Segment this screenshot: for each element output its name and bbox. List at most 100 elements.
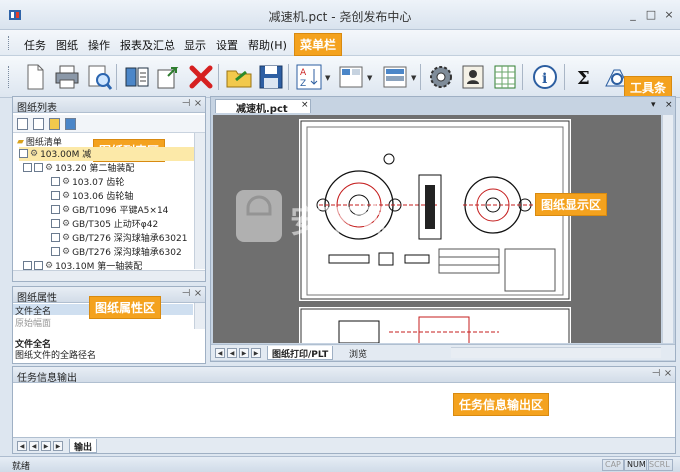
title-bar: 减速机.pct - 尧创发布中心 _ □ × (0, 0, 680, 30)
drawing-props-vscrollbar[interactable] (194, 303, 205, 329)
window-title: 减速机.pct - 尧创发布中心 (268, 10, 412, 24)
toolbar-separator (522, 64, 523, 90)
svg-text:Z: Z (300, 79, 306, 89)
checkbox[interactable] (51, 205, 60, 214)
output-header: 任务信息输出 ⊣ × (13, 367, 675, 384)
checkbox[interactable] (19, 149, 28, 158)
sort-dropdown-icon[interactable]: ▼ (325, 74, 330, 82)
close-icon[interactable]: × (663, 368, 673, 379)
tab-close-icon[interactable]: × (301, 100, 309, 110)
toolbar: AZ ▼ ▼ ▼ i Σ 工具条 (0, 56, 680, 99)
save-icon[interactable] (256, 62, 286, 92)
checkbox[interactable] (34, 163, 43, 172)
drawing-props-panel: 图纸属性 ⊣ × 文件全名 原始幅面 文件全名 图纸文件的全路径名 图纸属性区 (12, 286, 206, 364)
user-card-icon[interactable] (458, 62, 488, 92)
svg-text:Σ: Σ (577, 68, 590, 89)
checkbox[interactable] (51, 247, 60, 256)
toolbar-separator (420, 64, 421, 90)
checkbox[interactable] (51, 191, 60, 200)
toolbar-grip[interactable] (8, 66, 11, 88)
drawing-list-vscrollbar[interactable] (194, 133, 205, 269)
doc-close-icon[interactable]: × (665, 100, 673, 110)
menu-reports[interactable]: 报表及汇总 (120, 37, 175, 53)
first-page-icon[interactable]: ◀ (17, 441, 27, 451)
tree-item[interactable]: ⚙ 103.20 第二轴装配 (23, 161, 203, 175)
prev-page-icon[interactable]: ◀ (29, 441, 39, 451)
layout-columns-dropdown-icon[interactable]: ▼ (367, 74, 372, 82)
pin-icon[interactable]: ⊣ (181, 288, 191, 299)
info-icon[interactable]: i (530, 62, 560, 92)
menu-drawing[interactable]: 图纸 (56, 37, 78, 53)
open-list-icon[interactable] (122, 62, 152, 92)
settings-gear-icon[interactable] (426, 62, 456, 92)
expander-icon[interactable] (23, 261, 32, 270)
document-hscrollbar[interactable] (451, 347, 661, 358)
drawing-props-callout: 图纸属性区 (89, 296, 162, 319)
watermark-sub: anxz.com (324, 244, 377, 257)
close-icon[interactable]: × (193, 288, 203, 299)
layout-columns-icon[interactable] (336, 62, 366, 92)
delete-icon[interactable] (186, 62, 216, 92)
layout-rows-icon[interactable] (380, 62, 410, 92)
next-page-icon[interactable]: ▶ (41, 441, 51, 451)
menu-settings[interactable]: 设置 (216, 37, 238, 53)
new-file-icon[interactable] (17, 118, 28, 130)
document-vscrollbar[interactable] (662, 115, 673, 343)
tab-menu-icon[interactable]: ▾ (651, 100, 656, 110)
drawing-list-panel: 图纸列表 ⊣ × ▰图纸清单 图纸列表区 ⚙103.00M 减 ⚙103.20 … (12, 96, 206, 282)
export-icon[interactable] (154, 62, 184, 92)
drawing-list-title: 图纸列表 (17, 103, 57, 114)
print-icon[interactable] (52, 62, 82, 92)
checkbox[interactable] (51, 177, 60, 186)
sum-icon[interactable]: Σ (570, 62, 600, 92)
spreadsheet-icon[interactable] (490, 62, 520, 92)
watermark-text: 安下载 (290, 202, 387, 240)
menu-operation[interactable]: 操作 (88, 37, 110, 53)
tree-item[interactable]: ⚙ 103.00M 减 (19, 147, 199, 161)
highlight-icon[interactable] (49, 118, 60, 130)
toolbar-separator (218, 64, 219, 90)
svg-text:A: A (300, 68, 307, 78)
menu-display[interactable]: 显示 (184, 37, 206, 53)
expander-icon[interactable] (23, 163, 32, 172)
menu-help[interactable]: 帮助(H) (248, 37, 287, 53)
menu-task[interactable]: 任务 (24, 37, 46, 53)
first-page-icon[interactable]: ◀ (215, 348, 225, 358)
checkbox[interactable] (51, 233, 60, 242)
gear-icon: ⚙ (62, 218, 71, 229)
close-icon[interactable]: × (193, 98, 203, 109)
drawing-props-title: 图纸属性 (17, 293, 57, 304)
output-title: 任务信息输出 (17, 373, 77, 384)
checkbox[interactable] (34, 261, 43, 270)
prev-page-icon[interactable]: ◀ (227, 348, 237, 358)
open-folder-icon[interactable] (224, 62, 254, 92)
last-page-icon[interactable]: ▶ (53, 441, 63, 451)
last-page-icon[interactable]: ▶ (251, 348, 261, 358)
close-button[interactable]: × (662, 8, 676, 22)
tab-browse[interactable]: 浏览 (345, 346, 371, 360)
document-tab[interactable]: 减速机.pct (215, 99, 311, 115)
output-tabs: ◀ ◀ ▶ ▶ 输出 (13, 437, 675, 453)
properties-icon[interactable] (65, 118, 76, 130)
prop-desc-title: 文件全名 (15, 340, 52, 350)
gear-icon: ⚙ (62, 232, 71, 243)
pin-icon[interactable]: ⊣ (181, 98, 191, 109)
status-bar: 就绪 CAP NUM SCRL (0, 456, 680, 472)
drawing-list-hscrollbar[interactable] (13, 270, 205, 281)
layout-rows-dropdown-icon[interactable]: ▼ (411, 74, 416, 82)
copy-file-icon[interactable] (33, 118, 44, 130)
tab-print-plt[interactable]: 图纸打印/PLT (267, 346, 334, 360)
next-page-icon[interactable]: ▶ (239, 348, 249, 358)
gear-icon: ⚙ (62, 190, 71, 201)
maximize-button[interactable]: □ (644, 8, 658, 22)
sort-az-icon[interactable]: AZ (294, 62, 324, 92)
tab-output[interactable]: 输出 (69, 439, 98, 453)
print-preview-icon[interactable] (84, 62, 114, 92)
drawing-sheet (299, 307, 571, 343)
gear-icon: ⚙ (62, 246, 71, 257)
new-document-icon[interactable] (20, 62, 50, 92)
minimize-button[interactable]: _ (626, 8, 640, 22)
pin-icon[interactable]: ⊣ (651, 368, 661, 379)
menu-grip[interactable] (8, 36, 11, 50)
checkbox[interactable] (51, 219, 60, 228)
